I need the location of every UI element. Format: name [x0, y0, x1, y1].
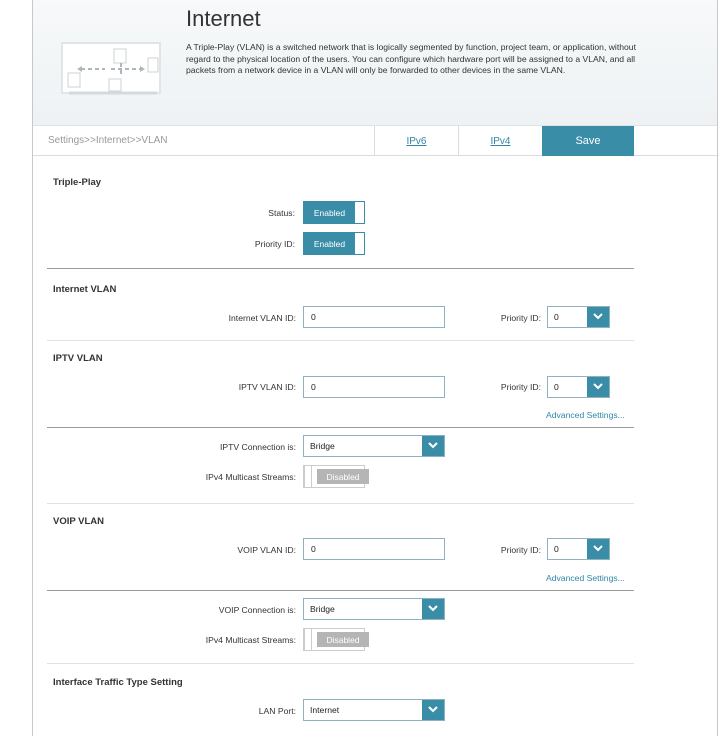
section-title-voip-vlan: VOIP VLAN: [53, 516, 105, 527]
page-title: Internet: [186, 6, 261, 31]
voip-connection-select[interactable]: Bridge: [303, 598, 445, 620]
toggle-knob: [304, 628, 312, 651]
chevron-down-icon: [422, 700, 444, 720]
priority-id-toggle[interactable]: Enabled: [303, 232, 365, 255]
lan-port-select[interactable]: Internet: [303, 699, 445, 721]
internet-vlan-id-label: Internet VLAN ID:: [228, 313, 296, 323]
internet-priority-id-value: 0: [554, 312, 559, 322]
internet-priority-id-select[interactable]: 0: [547, 306, 610, 328]
iptv-priority-id-value: 0: [554, 382, 559, 392]
nav-bar: Settings>>Internet>>VLAN IPv6 IPv4 Save: [33, 126, 717, 156]
voip-priority-id-select[interactable]: 0: [547, 538, 610, 560]
voip-vlan-id-input[interactable]: 0: [303, 538, 445, 560]
save-button[interactable]: Save: [542, 126, 634, 156]
iptv-vlan-id-label: IPTV VLAN ID:: [238, 382, 296, 392]
page-description: A Triple-Play (VLAN) is a switched netwo…: [186, 42, 636, 75]
iptv-multicast-value: Disabled: [317, 469, 369, 484]
priority-id-label: Priority ID:: [254, 239, 295, 249]
section-title-triple-play: Triple-Play: [53, 177, 102, 188]
divider: [47, 590, 634, 591]
status-toggle[interactable]: Enabled: [303, 201, 365, 224]
tab-ipv4[interactable]: IPv4: [458, 126, 542, 156]
vlan-network-icon: [61, 41, 163, 97]
tab-ipv6[interactable]: IPv6: [374, 126, 458, 156]
voip-priority-id-value: 0: [554, 544, 559, 554]
iptv-connection-value: Bridge: [310, 441, 335, 451]
divider: [47, 663, 634, 664]
divider: [47, 503, 634, 504]
chevron-down-icon: [587, 539, 609, 559]
status-label: Status:: [268, 208, 295, 218]
iptv-priority-id-label: Priority ID:: [500, 382, 541, 392]
iptv-multicast-toggle[interactable]: Disabled: [303, 465, 369, 488]
iptv-connection-select[interactable]: Bridge: [303, 435, 445, 457]
internet-vlan-id-input[interactable]: 0: [303, 306, 445, 328]
voip-multicast-toggle[interactable]: Disabled: [303, 628, 369, 651]
divider: [47, 427, 634, 428]
chevron-down-icon: [422, 599, 444, 619]
divider: [47, 268, 634, 269]
breadcrumb: Settings>>Internet>>VLAN: [48, 135, 168, 146]
lan-port-label: LAN Port:: [258, 706, 296, 716]
voip-vlan-id-label: VOIP VLAN ID:: [237, 545, 296, 555]
section-title-iptv-vlan: IPTV VLAN: [53, 353, 103, 364]
voip-connection-label: VOIP Connection is:: [218, 605, 296, 615]
iptv-priority-id-select[interactable]: 0: [547, 376, 610, 398]
chevron-down-icon: [422, 436, 444, 456]
section-title-interface-traffic: Interface Traffic Type Setting: [53, 677, 183, 688]
divider: [47, 340, 634, 341]
voip-advanced-settings-link[interactable]: Advanced Settings...: [546, 573, 625, 583]
voip-connection-value: Bridge: [310, 604, 335, 614]
iptv-advanced-settings-link[interactable]: Advanced Settings...: [546, 410, 625, 420]
voip-multicast-value: Disabled: [317, 632, 369, 647]
lan-port-value: Internet: [310, 705, 340, 715]
toggle-knob: [304, 465, 312, 488]
priority-id-toggle-value: Enabled: [304, 233, 355, 254]
chevron-down-icon: [587, 377, 609, 397]
status-toggle-value: Enabled: [304, 202, 355, 223]
iptv-multicast-label: IPv4 Multicast Streams:: [205, 472, 296, 482]
iptv-vlan-id-input[interactable]: 0: [303, 376, 445, 398]
section-title-internet-vlan: Internet VLAN: [53, 284, 117, 295]
voip-priority-id-label: Priority ID:: [500, 545, 541, 555]
internet-priority-id-label: Priority ID:: [500, 313, 541, 323]
iptv-connection-label: IPTV Connection is:: [220, 442, 296, 452]
voip-multicast-label: IPv4 Multicast Streams:: [205, 635, 296, 645]
chevron-down-icon: [587, 307, 609, 327]
